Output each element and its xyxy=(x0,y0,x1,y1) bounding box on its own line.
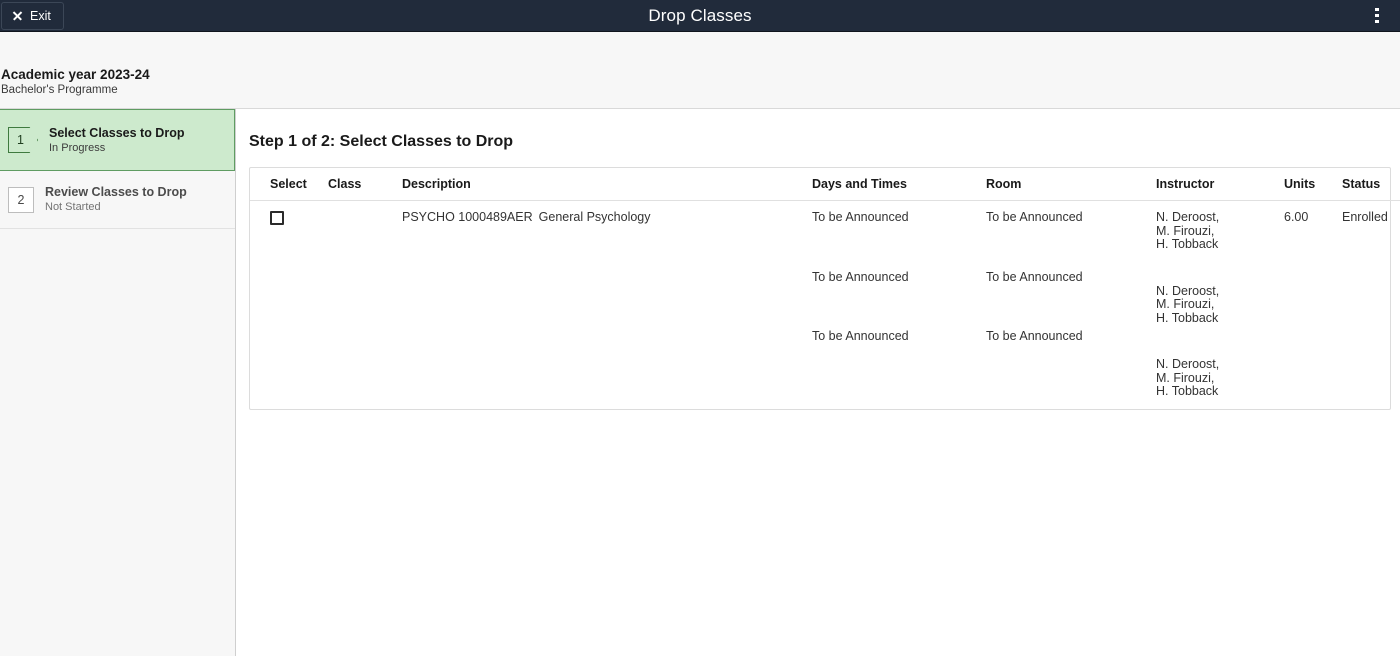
column-header-description: Description xyxy=(402,168,812,201)
page-title: Drop Classes xyxy=(648,5,752,25)
academic-context-bar: Academic year 2023-24 Bachelor's Program… xyxy=(0,32,1400,109)
row-select-cell xyxy=(250,201,328,409)
step-title-1: Select Classes to Drop xyxy=(49,125,185,140)
exit-button[interactable]: Exit xyxy=(1,1,64,30)
meeting-days-2: To be Announced xyxy=(812,269,909,284)
instructor-name: M. Firouzi, xyxy=(1156,370,1215,385)
kebab-dot xyxy=(1375,19,1379,23)
classes-table-body: PSYCHO 1000489AER General Psychology To b… xyxy=(250,201,1400,409)
instructor-group-1: N. Deroost, M. Firouzi, H. Tobback xyxy=(1156,210,1278,252)
step-heading: Step 1 of 2: Select Classes to Drop xyxy=(249,133,514,150)
close-icon xyxy=(12,10,23,21)
step-title-2: Review Classes to Drop xyxy=(45,185,187,199)
table-row: PSYCHO 1000489AER General Psychology To b… xyxy=(250,201,1400,409)
column-header-instructor: Instructor xyxy=(1156,168,1284,201)
programme-label: Bachelor's Programme xyxy=(1,84,118,96)
meeting-room-1: To be Announced xyxy=(986,210,1083,224)
column-header-select: Select xyxy=(250,168,328,201)
column-header-units: Units xyxy=(1284,168,1342,201)
classes-table: Select Class Description Days and Times … xyxy=(250,168,1400,409)
instructor-name: N. Deroost, xyxy=(1156,357,1220,371)
row-instructor-cell: N. Deroost, M. Firouzi, H. Tobback N. De… xyxy=(1156,201,1284,409)
instructor-name: N. Deroost, xyxy=(1156,210,1220,224)
page-body: 1 Select Classes to Drop In Progress 2 R… xyxy=(0,109,1400,656)
select-class-checkbox[interactable] xyxy=(270,211,284,225)
column-header-days-and-times: Days and Times xyxy=(812,168,986,201)
app-header-bar: Exit Drop Classes xyxy=(0,0,1400,32)
row-class-cell xyxy=(328,201,402,409)
instructor-name: H. Tobback xyxy=(1156,237,1219,251)
meeting-room-3: To be Announced xyxy=(986,329,1083,343)
instructor-name: H. Tobback xyxy=(1156,384,1219,398)
row-units-cell: 6.00 xyxy=(1284,210,1309,224)
table-header-row: Select Class Description Days and Times … xyxy=(250,168,1400,201)
instructor-name: N. Deroost, xyxy=(1156,283,1220,298)
main-content: Step 1 of 2: Select Classes to Drop Sele… xyxy=(236,109,1400,656)
more-vertical-icon[interactable] xyxy=(1364,0,1390,31)
sidebar-step-select-classes[interactable]: 1 Select Classes to Drop In Progress xyxy=(0,109,235,171)
kebab-dot xyxy=(1375,8,1379,12)
instructor-name: M. Firouzi, xyxy=(1156,297,1215,311)
class-title: General Psychology xyxy=(538,210,651,224)
academic-year-label: Academic year 2023-24 xyxy=(1,67,150,82)
exit-button-label: Exit xyxy=(30,8,51,23)
row-room-cell: To be Announced To be Announced To be An… xyxy=(986,201,1156,409)
instructor-name: H. Tobback xyxy=(1156,310,1219,325)
step-number-badge-2: 2 xyxy=(8,186,34,213)
column-header-room: Room xyxy=(986,168,1156,201)
status-badge: Enrolled xyxy=(1342,210,1388,224)
step-status-2: Not Started xyxy=(45,201,101,213)
classes-table-header: Select Class Description Days and Times … xyxy=(250,168,1400,201)
step-number-badge-1: 1 xyxy=(8,127,38,153)
row-days-and-times-cell: To be Announced To be Announced To be An… xyxy=(812,201,986,409)
meeting-room-2: To be Announced xyxy=(986,269,1083,284)
column-header-status: Status xyxy=(1342,168,1400,201)
row-description-cell: PSYCHO 1000489AER General Psychology xyxy=(402,201,812,409)
instructor-group-2: N. Deroost, M. Firouzi, H. Tobback xyxy=(1156,283,1278,326)
step-status-1: In Progress xyxy=(49,141,106,154)
instructor-group-3: N. Deroost, M. Firouzi, H. Tobback xyxy=(1156,357,1278,399)
kebab-dot xyxy=(1375,13,1379,18)
classes-table-card: Select Class Description Days and Times … xyxy=(249,167,1400,410)
sidebar-step-review-classes[interactable]: 2 Review Classes to Drop Not Started xyxy=(0,171,235,229)
meeting-days-1: To be Announced xyxy=(812,210,909,224)
instructor-name: M. Firouzi, xyxy=(1156,223,1215,238)
class-code: PSYCHO 1000489AER xyxy=(402,210,533,224)
step-navigation-sidebar: 1 Select Classes to Drop In Progress 2 R… xyxy=(0,109,236,656)
column-header-class: Class xyxy=(328,168,402,201)
meeting-days-3: To be Announced xyxy=(812,329,909,343)
